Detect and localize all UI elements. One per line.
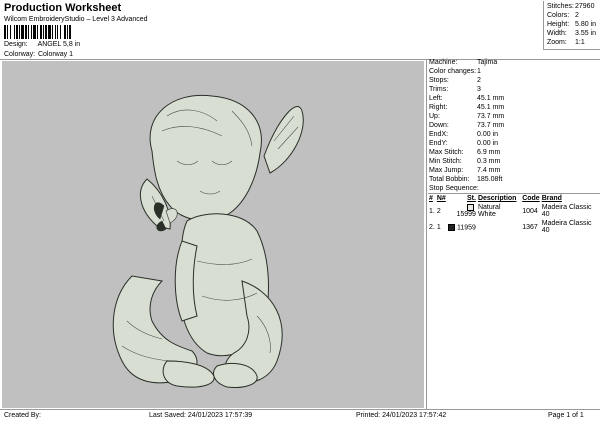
param-max-stitch: Max Stitch: 6.9 mm: [429, 149, 501, 156]
stat-colors: Colors: 2: [547, 12, 579, 19]
stop-table-header: # N# St. Description Code Brand: [428, 194, 600, 203]
color-swatch: [466, 204, 474, 211]
param-machine: Machine: Tajima: [429, 59, 498, 66]
col-description: Description: [477, 195, 517, 202]
stat-width: Width: 3.55 in: [547, 30, 597, 37]
row-n: 1: [436, 223, 441, 231]
angel-embroidery-image: [112, 94, 304, 388]
colorway-value: Colorway 1: [37, 51, 73, 58]
design-label: Design:: [4, 41, 28, 48]
barcode: [4, 25, 138, 39]
colorway-label: Colorway:: [4, 51, 36, 58]
param-max-jump: Max Jump: 7.4 mm: [429, 167, 501, 174]
row-st: 15999: [447, 203, 477, 219]
page-title: Production Worksheet: [4, 2, 122, 14]
param-color-changes: Color changes:1: [429, 68, 481, 75]
col-code: Code: [522, 195, 540, 202]
row-description: Natural White: [477, 204, 501, 219]
design-row: Design: ANGEL 5,8 in: [4, 41, 80, 48]
stat-height: Height: 5.80 in: [547, 21, 597, 28]
row-code: 1004: [522, 207, 538, 215]
row-num: 1.: [429, 207, 435, 215]
row-brand: Madeira Classic 40: [541, 204, 592, 219]
parameters-panel: Machine: Tajima Color changes:1 Stops: 2 T…: [426, 59, 600, 409]
row-n: 2: [436, 207, 441, 215]
row-description: [477, 219, 521, 235]
stat-stitches: Stitches:27960: [547, 3, 595, 10]
param-up: Up: 73.7 mm: [429, 113, 505, 120]
col-brand: Brand: [541, 195, 562, 202]
stop-sequence-title: Stop Sequence:: [429, 185, 479, 192]
col-n: N#: [436, 195, 446, 202]
design-value: ANGEL 5,8 in: [37, 41, 81, 48]
footer-printed: Printed: 24/01/2023 17:57:42: [356, 412, 447, 419]
param-endx: EndX: 0.00 in: [429, 131, 499, 138]
footer-divider: [0, 409, 600, 410]
param-right: Right: 45.1 mm: [429, 104, 505, 111]
stop-sequence-table: # N# St. Description Code Brand 1. 2 159…: [428, 194, 600, 235]
row-st: 11959: [447, 219, 477, 235]
barcode-bar: [71, 25, 72, 39]
table-row: 2. 1 11959 1367 Madeira Classic 40: [428, 219, 600, 235]
param-endy: EndY: 0.00 in: [429, 140, 499, 147]
param-stops: Stops: 2: [429, 77, 481, 84]
param-down: Down: 73.7 mm: [429, 122, 505, 129]
row-num: 2.: [429, 223, 435, 231]
footer-last-saved: Last Saved: 24/01/2023 17:57:39: [149, 412, 253, 419]
row-code: 1367: [522, 223, 538, 231]
param-trims: Trims: 3: [429, 86, 481, 93]
param-min-stitch: Min Stitch: 0.3 mm: [429, 158, 501, 165]
stats-box: Stitches:27960 Colors: 2 Height: 5.80 in W…: [543, 1, 600, 50]
colorway-row: Colorway: Colorway 1: [4, 51, 73, 58]
footer-created-by: Created By:: [4, 412, 41, 419]
footer-page: Page 1 of 1: [548, 412, 584, 419]
color-swatch: [447, 223, 455, 231]
col-num: #: [429, 195, 433, 202]
table-row: 1. 2 15999 Natural White 1004 Madeira Cl…: [428, 203, 600, 219]
design-preview: [2, 61, 424, 408]
stat-zoom: Zoom: 1:1: [547, 39, 585, 46]
row-brand: Madeira Classic 40: [541, 220, 592, 235]
software-subtitle: Wilcom EmbroideryStudio – Level 3 Advanc…: [4, 16, 148, 23]
param-total-bobbin: Total Bobbin: 185.08ft: [429, 176, 503, 183]
col-st: St.: [466, 195, 476, 202]
param-left: Left: 45.1 mm: [429, 95, 505, 102]
